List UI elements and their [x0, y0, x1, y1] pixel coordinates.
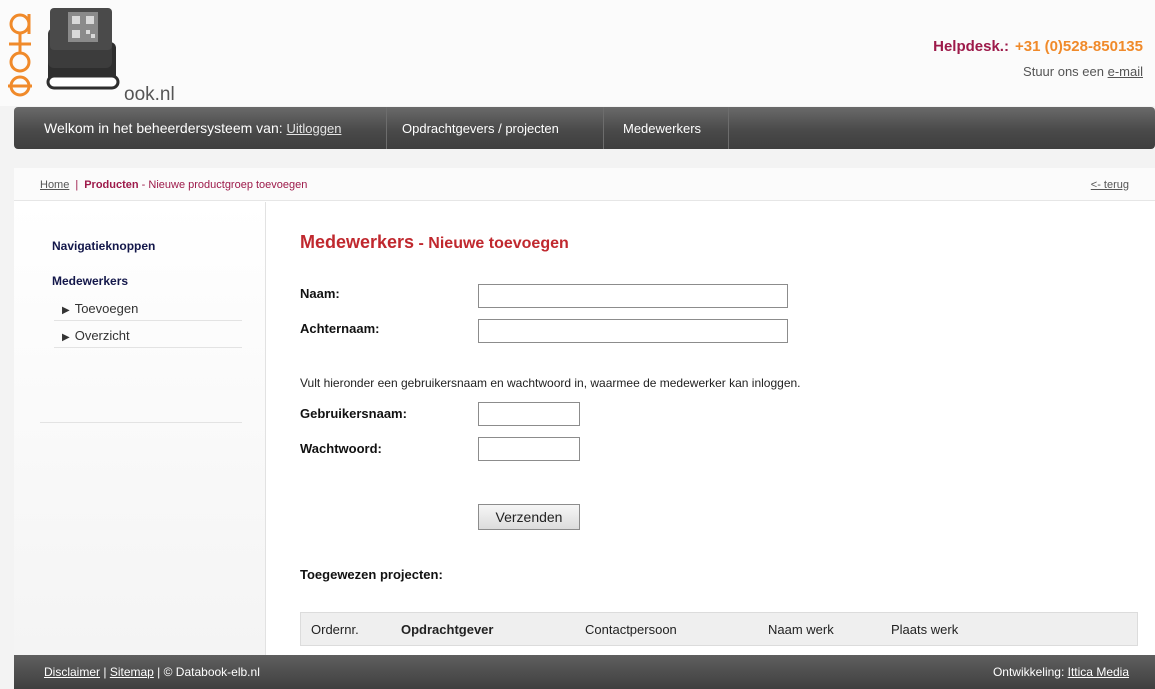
projects-table-header: Ordernr. Opdrachtgever Contactpersoon Na… [300, 612, 1138, 646]
databook-logo[interactable]: ook.nl [6, 4, 176, 105]
column-header-ordernr: Ordernr. [311, 622, 359, 637]
helpdesk-info: Helpdesk.: +31 (0)528-850135 [933, 38, 1143, 55]
column-header-opdrachtgever: Opdrachtgever [401, 622, 494, 637]
disclaimer-link[interactable]: Disclaimer [44, 665, 100, 679]
email-link[interactable]: e-mail [1108, 64, 1143, 79]
nav-divider [728, 107, 729, 149]
helpdesk-label: Helpdesk.: [933, 38, 1009, 55]
logo-text: ook.nl [124, 84, 175, 105]
wachtwoord-label: Wachtwoord: [300, 441, 382, 456]
sidebar-section-medewerkers: Medewerkers [52, 274, 129, 288]
welcome-text: Welkom in het beheerdersysteem van: [44, 120, 287, 136]
developer-label: Ontwikkeling: [992, 665, 1068, 679]
sidebar-divider [40, 422, 242, 423]
sidebar-item-toevoegen[interactable]: ▶ Toevoegen [54, 294, 242, 321]
verzenden-button[interactable]: Verzenden [478, 504, 580, 530]
footer-links: Disclaimer | Sitemap | © Databook-elb.nl [44, 665, 260, 679]
helpdesk-phone: +31 (0)528-850135 [1014, 38, 1143, 55]
nav-welcome: Welkom in het beheerdersysteem van: Uitl… [44, 120, 341, 136]
mail-prefix: Stuur ons een [1023, 64, 1108, 79]
nav-divider [603, 107, 604, 149]
footer-copyright: | © Databook-elb.nl [153, 665, 260, 679]
sidebar-item-label: Overzicht [74, 328, 130, 343]
site-footer: Disclaimer | Sitemap | © Databook-elb.nl… [14, 655, 1155, 689]
column-header-plaats-werk: Plaats werk [891, 622, 959, 637]
credentials-hint: Vult hieronder een gebruikersnaam en wac… [300, 376, 801, 390]
breadcrumb-current: Producten [84, 179, 139, 191]
page-title-sub: - Nieuwe toevoegen [414, 235, 569, 252]
assigned-projects-title: Toegewezen projecten: [300, 567, 443, 582]
naam-input[interactable] [478, 284, 788, 308]
breadcrumb-separator: | [75, 179, 79, 191]
sidebar-title: Navigatieknoppen [52, 239, 156, 253]
column-header-naam-werk: Naam werk [768, 622, 834, 637]
achternaam-label: Achternaam: [300, 321, 380, 336]
back-link[interactable]: <- terug [1091, 179, 1129, 191]
logout-link[interactable]: Uitloggen [287, 121, 342, 136]
page-title-main: Medewerkers [300, 232, 415, 252]
page-title: Medewerkers - Nieuwe toevoegen [300, 232, 569, 253]
site-header: ook.nl Helpdesk.: +31 (0)528-850135 Stuur… [0, 0, 1155, 106]
breadcrumb: Home | Producten - Nieuwe productgroep toe… [14, 168, 1155, 201]
main-form-area: Medewerkers - Nieuwe toevoegen Naam: Ach… [266, 202, 1155, 658]
sidebar: Navigatieknoppen Medewerkers ▶ Toevoegen … [14, 202, 266, 658]
nav-item-opdrachtgevers[interactable]: Opdrachtgevers / projecten [402, 121, 559, 136]
sidebar-item-overzicht[interactable]: ▶ Overzicht [54, 321, 242, 348]
breadcrumb-home-link[interactable]: Home [40, 179, 69, 191]
breadcrumb-trail: Home | Producten - Nieuwe productgroep toe… [40, 179, 307, 191]
achternaam-input[interactable] [478, 319, 788, 343]
footer-credit: Ontwikkeling: Ittica Media [993, 665, 1129, 679]
nav-item-medewerkers[interactable]: Medewerkers [623, 121, 701, 136]
main-navbar: Welkom in het beheerdersysteem van: Uitl… [14, 107, 1155, 149]
content-panel: Home | Producten - Nieuwe productgroep toe… [14, 168, 1155, 658]
naam-label: Naam: [300, 286, 340, 301]
gebruikersnaam-input[interactable] [478, 402, 580, 426]
triangle-right-icon: ▶ [62, 332, 70, 343]
sidebar-item-label: Toevoegen [74, 301, 139, 316]
column-header-contactpersoon: Contactpersoon [585, 622, 677, 637]
developer-link[interactable]: Ittica Media [1068, 665, 1129, 679]
gebruikersnaam-label: Gebruikersnaam: [300, 406, 407, 421]
triangle-right-icon: ▶ [62, 305, 70, 316]
mail-line: Stuur ons een e-mail [1023, 64, 1143, 79]
sitemap-link[interactable]: Sitemap [110, 665, 154, 679]
nav-divider [386, 107, 387, 149]
breadcrumb-subtitle: - Nieuwe productgroep toevoegen [138, 179, 308, 191]
wachtwoord-input[interactable] [478, 437, 580, 461]
